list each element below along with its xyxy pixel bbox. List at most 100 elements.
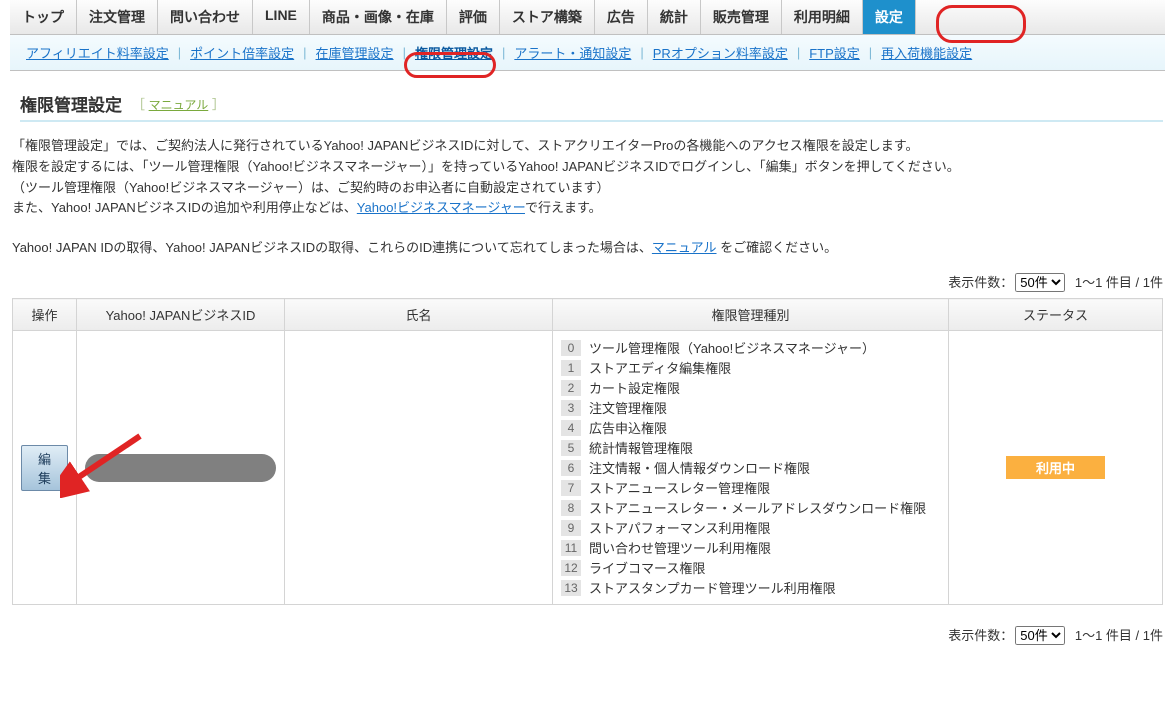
manual-link-2[interactable]: マニュアル (652, 240, 717, 255)
sub-tab-1[interactable]: ポイント倍率設定 (184, 41, 300, 64)
main-tab-bar: トップ注文管理問い合わせLINE商品・画像・在庫評価ストア構築広告統計販売管理利… (10, 0, 1165, 35)
permission-item: 5統計情報管理権限 (561, 438, 940, 457)
pager-label: 表示件数： (948, 275, 1013, 290)
permission-text: ストアスタンプカード管理ツール利用権限 (589, 578, 836, 597)
manual-link[interactable]: マニュアル (149, 98, 209, 112)
desc2-pre: Yahoo! JAPAN IDの取得、Yahoo! JAPANビジネスIDの取得… (12, 240, 652, 255)
sub-tab-sep: | (499, 45, 508, 60)
page-size-select-bottom[interactable]: 50件 (1015, 626, 1065, 645)
permission-item: 8ストアニュースレター・メールアドレスダウンロード権限 (561, 498, 940, 517)
sub-tab-sep: | (300, 45, 309, 60)
permission-item: 3 注文管理権限 (561, 398, 940, 417)
permission-text: カート設定権限 (589, 378, 680, 397)
permission-number: 2 (561, 380, 581, 396)
description-block: 「権限管理設定」では、ご契約法人に発行されているYahoo! JAPANビジネス… (12, 136, 1163, 219)
desc-line-1: 「権限管理設定」では、ご契約法人に発行されているYahoo! JAPANビジネス… (12, 136, 1163, 157)
permission-text: ストアニュースレター管理権限 (589, 478, 770, 497)
th-operation: 操作 (13, 299, 77, 331)
pager-range: 1〜1 件目 / 1件 (1075, 275, 1163, 290)
permission-number: 8 (561, 500, 581, 516)
main-tab-11[interactable]: 設定 (863, 0, 916, 34)
permission-text: ライブコマース権限 (589, 558, 705, 577)
table-header-row: 操作 Yahoo! JAPANビジネスID 氏名 権限管理種別 ステータス (13, 299, 1163, 331)
permission-number: 1 (561, 360, 581, 376)
yahoo-biz-manager-link[interactable]: Yahoo!ビジネスマネージャー (357, 200, 525, 215)
sub-tab-sep: | (866, 45, 875, 60)
main-tab-9[interactable]: 販売管理 (701, 0, 782, 34)
permission-number: 11 (561, 540, 581, 556)
permission-text: 問い合わせ管理ツール利用権限 (589, 538, 771, 557)
permission-item: 1 ストアエディタ編集権限 (561, 358, 940, 377)
permission-item: 12 ライブコマース権限 (561, 558, 940, 577)
permission-item: 9 ストアパフォーマンス利用権限 (561, 518, 940, 537)
pager-top: 表示件数：50件 1〜1 件目 / 1件 (12, 272, 1163, 292)
permission-item: 6 注文情報・個人情報ダウンロード権限 (561, 458, 940, 477)
permission-number: 9 (561, 520, 581, 536)
permission-number: 13 (561, 580, 581, 596)
desc-line-3: （ツール管理権限（Yahoo!ビジネスマネージャー）は、ご契約時のお申込者に自動… (12, 178, 1163, 199)
sub-tab-bar: アフィリエイト料率設定|ポイント倍率設定|在庫管理設定|権限管理設定|アラート・… (10, 35, 1165, 71)
page-title-row: 権限管理設定 ［ マニュアル ］ (20, 91, 1163, 122)
page-size-select[interactable]: 50件 (1015, 273, 1065, 292)
permission-text: 注文管理権限 (589, 398, 667, 417)
manual-brackets: ［ マニュアル ］ (132, 94, 225, 113)
permission-item: 11 問い合わせ管理ツール利用権限 (561, 538, 940, 557)
pager-bottom: 表示件数：50件 1〜1 件目 / 1件 (12, 625, 1163, 645)
cell-operation: 編集 (13, 331, 77, 605)
cell-name (285, 331, 553, 605)
main-tab-7[interactable]: 広告 (595, 0, 648, 34)
main-tab-10[interactable]: 利用明細 (782, 0, 863, 34)
sub-tab-5[interactable]: PRオプション料率設定 (647, 41, 794, 64)
sub-tab-3[interactable]: 権限管理設定 (409, 41, 499, 64)
main-tab-1[interactable]: 注文管理 (77, 0, 158, 34)
sub-tab-sep: | (794, 45, 803, 60)
main-tab-4[interactable]: 商品・画像・在庫 (310, 0, 447, 34)
desc-line-2: 権限を設定するには、「ツール管理権限（Yahoo!ビジネスマネージャー）」を持っ… (12, 157, 1163, 178)
edit-button[interactable]: 編集 (21, 445, 68, 491)
permission-item: 0ツール管理権限（Yahoo!ビジネスマネージャー） (561, 338, 940, 357)
main-tab-0[interactable]: トップ (10, 0, 77, 34)
sub-tab-6[interactable]: FTP設定 (803, 41, 866, 64)
permission-item: 2 カート設定権限 (561, 378, 940, 397)
permission-item: 7 ストアニュースレター管理権限 (561, 478, 940, 497)
main-tab-6[interactable]: ストア構築 (500, 0, 595, 34)
permission-number: 7 (561, 480, 581, 496)
permission-number: 0 (561, 340, 581, 356)
permission-item: 13 ストアスタンプカード管理ツール利用権限 (561, 578, 940, 597)
desc-line-4-post: で行えます。 (525, 200, 602, 215)
page-title: 権限管理設定 (20, 91, 122, 116)
cell-business-id (77, 331, 285, 605)
pager-label-bottom: 表示件数： (948, 628, 1013, 643)
permission-text: 注文情報・個人情報ダウンロード権限 (589, 458, 810, 477)
permission-number: 12 (561, 560, 581, 576)
permission-text: ストアパフォーマンス利用権限 (589, 518, 770, 537)
status-badge: 利用中 (1006, 456, 1105, 479)
desc-line-4: また、Yahoo! JAPANビジネスIDの追加や利用停止などは、Yahoo!ビ… (12, 198, 1163, 219)
sub-tab-4[interactable]: アラート・通知設定 (508, 41, 637, 64)
description-block-2: Yahoo! JAPAN IDの取得、Yahoo! JAPANビジネスIDの取得… (12, 237, 1163, 256)
main-tab-5[interactable]: 評価 (447, 0, 500, 34)
main-tab-8[interactable]: 統計 (648, 0, 701, 34)
desc-line-4-pre: また、Yahoo! JAPANビジネスIDの追加や利用停止などは、 (12, 200, 357, 215)
th-name: 氏名 (285, 299, 553, 331)
permission-text: 広告申込権限 (589, 418, 667, 437)
sub-tab-2[interactable]: 在庫管理設定 (310, 41, 400, 64)
pager-range-bottom: 1〜1 件目 / 1件 (1075, 628, 1163, 643)
permission-item: 4広告申込権限 (561, 418, 940, 437)
permission-text: ストアエディタ編集権限 (589, 358, 731, 377)
sub-tab-7[interactable]: 再入荷機能設定 (875, 41, 978, 64)
cell-permissions: 0ツール管理権限（Yahoo!ビジネスマネージャー） 1 ストアエディタ編集権限 2カ… (553, 331, 949, 605)
sub-tab-sep: | (637, 45, 646, 60)
desc2-post: をご確認ください。 (717, 240, 838, 255)
permission-number: 5 (561, 440, 581, 456)
sub-tab-sep: | (175, 45, 184, 60)
permission-number: 3 (561, 400, 581, 416)
permission-number: 6 (561, 460, 581, 476)
main-tab-2[interactable]: 問い合わせ (158, 0, 253, 34)
redacted-id (85, 454, 276, 482)
main-tab-3[interactable]: LINE (253, 0, 310, 34)
th-business-id: Yahoo! JAPANビジネスID (77, 299, 285, 331)
th-permission-type: 権限管理種別 (553, 299, 949, 331)
cell-status: 利用中 (949, 331, 1163, 605)
sub-tab-0[interactable]: アフィリエイト料率設定 (20, 41, 175, 64)
